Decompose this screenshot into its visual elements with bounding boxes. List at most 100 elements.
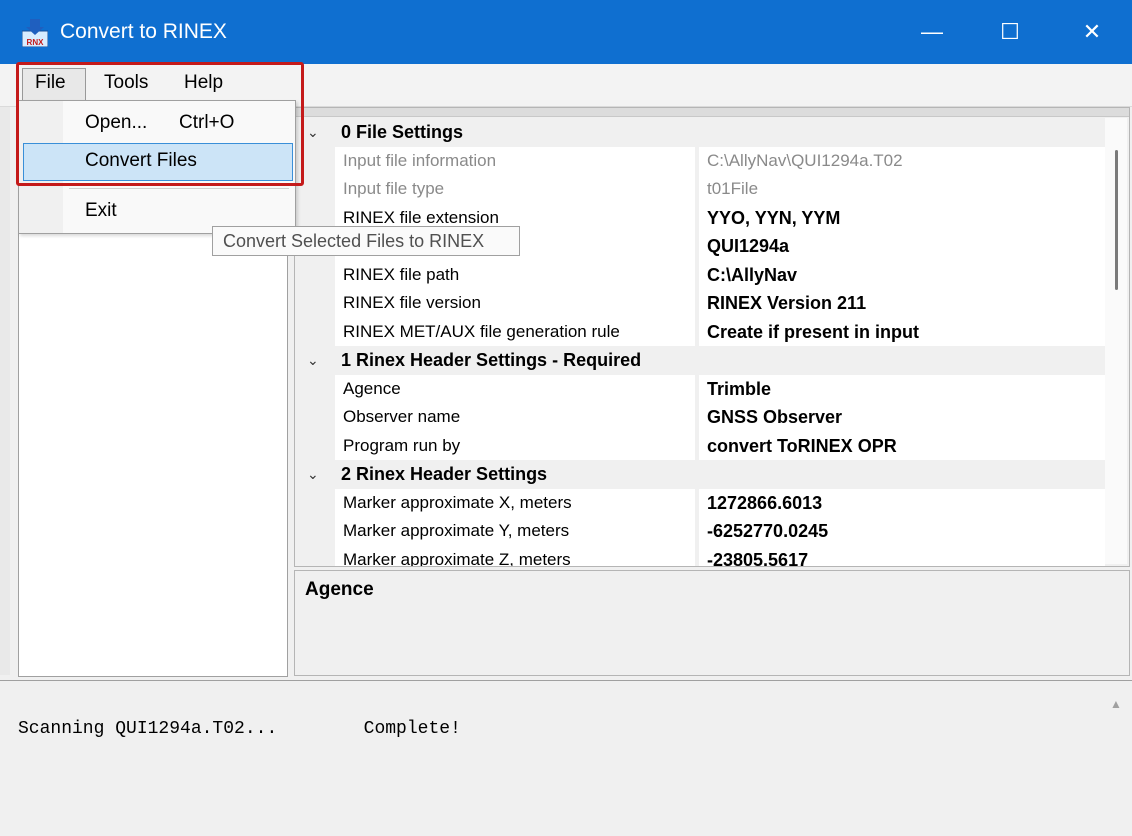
rinex-app-icon: RNX <box>22 19 48 47</box>
scrollbar-thumb[interactable] <box>1115 150 1118 290</box>
category-header[interactable]: ⌄ 0 File Settings <box>295 118 1105 147</box>
property-value-text: C:\AllyNav\QUI1294a.T02 <box>707 150 903 170</box>
chevron-down-icon[interactable]: ⌄ <box>307 118 319 146</box>
open-label: Open... <box>85 112 148 133</box>
scroll-up-icon[interactable]: ▲ <box>1110 697 1122 711</box>
menu-item-exit[interactable]: Exit <box>19 193 295 229</box>
property-row[interactable]: RINEX file path C:\AllyNav <box>295 260 1105 289</box>
property-name: RINEX file path <box>335 260 695 289</box>
grid-toolbar-strip <box>295 108 1129 117</box>
category-label: 2 Rinex Header Settings <box>341 464 548 484</box>
maximize-icon: ☐ <box>1000 19 1020 44</box>
property-name-text: RINEX MET/AUX file generation rule <box>343 321 620 341</box>
menu-separator <box>69 188 289 189</box>
convert-tooltip: Convert Selected Files to RINEX <box>212 226 520 256</box>
property-grid[interactable]: ⌄ 0 File Settings Input file information C:… <box>294 107 1130 567</box>
property-value-text: GNSS Observer <box>707 407 843 427</box>
property-name-text: Marker approximate Y, meters <box>343 521 570 540</box>
property-value-text: convert ToRINEX OPR <box>707 435 897 456</box>
property-value-text: RINEX Version 211 <box>707 293 867 313</box>
property-name: Marker approximate Z, meters <box>335 545 695 567</box>
property-value[interactable]: QUI1294a <box>699 232 1105 261</box>
property-value[interactable]: 1272866.6013 <box>699 488 1105 517</box>
property-row[interactable]: Input file type t01File <box>295 175 1105 204</box>
property-rows: ⌄ 0 File Settings Input file information C:… <box>295 118 1105 567</box>
property-value[interactable]: C:\AllyNav\QUI1294a.T02 <box>699 146 1105 175</box>
property-name: Input file type <box>335 175 695 204</box>
window-title: Convert to RINEX <box>60 20 227 43</box>
menu-item-convert-files[interactable]: Convert Files <box>19 143 295 181</box>
property-row[interactable]: Observer name GNSS Observer <box>295 403 1105 432</box>
property-row[interactable]: Agence Trimble <box>295 374 1105 403</box>
log-scrollbar[interactable]: ▲ <box>1102 681 1132 836</box>
property-name-text: Agence <box>343 378 401 398</box>
property-value[interactable]: t01File <box>699 175 1105 204</box>
left-edge-strip <box>0 107 10 675</box>
menu-help[interactable]: Help <box>184 72 223 94</box>
log-line: Scanning QUI1294a.T02... Complete! <box>18 719 461 739</box>
property-name-text: RINEX file path <box>343 264 460 284</box>
description-pane: Agence <box>294 570 1130 676</box>
property-name: Marker approximate Y, meters <box>335 517 695 546</box>
property-name-text: Input file information <box>343 150 497 170</box>
property-value[interactable]: Create if present in input <box>699 317 1105 346</box>
minimize-icon: — <box>921 19 943 44</box>
category-header[interactable]: ⌄ 1 Rinex Header Settings - Required <box>295 346 1105 375</box>
log-pane[interactable]: Scanning QUI1294a.T02... Complete! ▲ <box>0 680 1132 836</box>
property-value-text: t01File <box>707 179 759 198</box>
menu-item-open[interactable]: Open... Ctrl+O <box>19 105 295 141</box>
property-row[interactable]: Input file information C:\AllyNav\QUI1294… <box>295 146 1105 175</box>
property-name: Input file information <box>335 146 695 175</box>
property-value[interactable]: C:\AllyNav <box>699 260 1105 289</box>
property-value-text: 1272866.6013 <box>707 492 823 513</box>
file-dropdown-menu: Open... Ctrl+O Convert Files Exit <box>18 100 296 234</box>
property-name-text: Observer name <box>343 407 461 426</box>
property-name: Marker approximate X, meters <box>335 488 695 517</box>
category-header[interactable]: ⌄ 2 Rinex Header Settings <box>295 460 1105 489</box>
property-value[interactable]: -23805.5617 <box>699 545 1105 567</box>
property-name-text: RINEX file version <box>343 293 481 312</box>
title-bar[interactable]: RNX Convert to RINEX — ☐ ✕ <box>0 0 1132 64</box>
property-value[interactable]: YYO, YYN, YYM <box>699 203 1105 232</box>
property-value-text: YYO, YYN, YYM <box>707 207 841 228</box>
category-label: 0 File Settings <box>341 122 464 142</box>
svg-text:RNX: RNX <box>27 38 45 47</box>
property-name-text: Input file type <box>343 179 445 198</box>
property-value-text: Create if present in input <box>707 321 920 342</box>
property-value[interactable]: Trimble <box>699 374 1105 403</box>
chevron-down-icon[interactable]: ⌄ <box>307 460 319 488</box>
property-name: Program run by <box>335 431 695 460</box>
open-shortcut: Ctrl+O <box>179 112 235 133</box>
property-value[interactable]: RINEX Version 211 <box>699 289 1105 318</box>
maximize-button[interactable]: ☐ <box>970 0 1050 64</box>
menu-file[interactable]: File <box>35 72 66 94</box>
exit-label: Exit <box>85 200 117 221</box>
property-row[interactable]: Program run by convert ToRINEX OPR <box>295 431 1105 460</box>
property-row[interactable]: RINEX MET/AUX file generation rule Create… <box>295 317 1105 346</box>
property-name: RINEX file version <box>335 289 695 318</box>
property-row[interactable]: Marker approximate X, meters 1272866.6013 <box>295 488 1105 517</box>
property-row[interactable]: Marker approximate Y, meters -6252770.024… <box>295 517 1105 546</box>
property-value-text: C:\AllyNav <box>707 264 798 285</box>
chevron-down-icon[interactable]: ⌄ <box>307 346 319 374</box>
property-name-text: Marker approximate Z, meters <box>343 549 571 567</box>
property-value-text: -6252770.0245 <box>707 521 829 541</box>
property-value[interactable]: convert ToRINEX OPR <box>699 431 1105 460</box>
convert-files-label: Convert Files <box>85 150 197 171</box>
close-button[interactable]: ✕ <box>1052 0 1132 64</box>
property-name-text: Marker approximate X, meters <box>343 492 572 512</box>
property-name-text: Program run by <box>343 435 461 455</box>
menu-tools[interactable]: Tools <box>104 72 148 94</box>
property-name-text: RINEX file extension <box>343 207 499 227</box>
property-value-text: Trimble <box>707 378 772 399</box>
property-value[interactable]: -6252770.0245 <box>699 517 1105 546</box>
property-value-text: -23805.5617 <box>707 549 809 567</box>
property-row[interactable]: RINEX file version RINEX Version 211 <box>295 289 1105 318</box>
category-label: 1 Rinex Header Settings - Required <box>341 350 642 370</box>
minimize-button[interactable]: — <box>892 0 972 64</box>
property-grid-scrollbar[interactable] <box>1105 118 1127 564</box>
property-row[interactable]: Marker approximate Z, meters -23805.5617 <box>295 545 1105 567</box>
description-title: Agence <box>305 579 374 600</box>
property-name: Agence <box>335 374 695 403</box>
property-value[interactable]: GNSS Observer <box>699 403 1105 432</box>
